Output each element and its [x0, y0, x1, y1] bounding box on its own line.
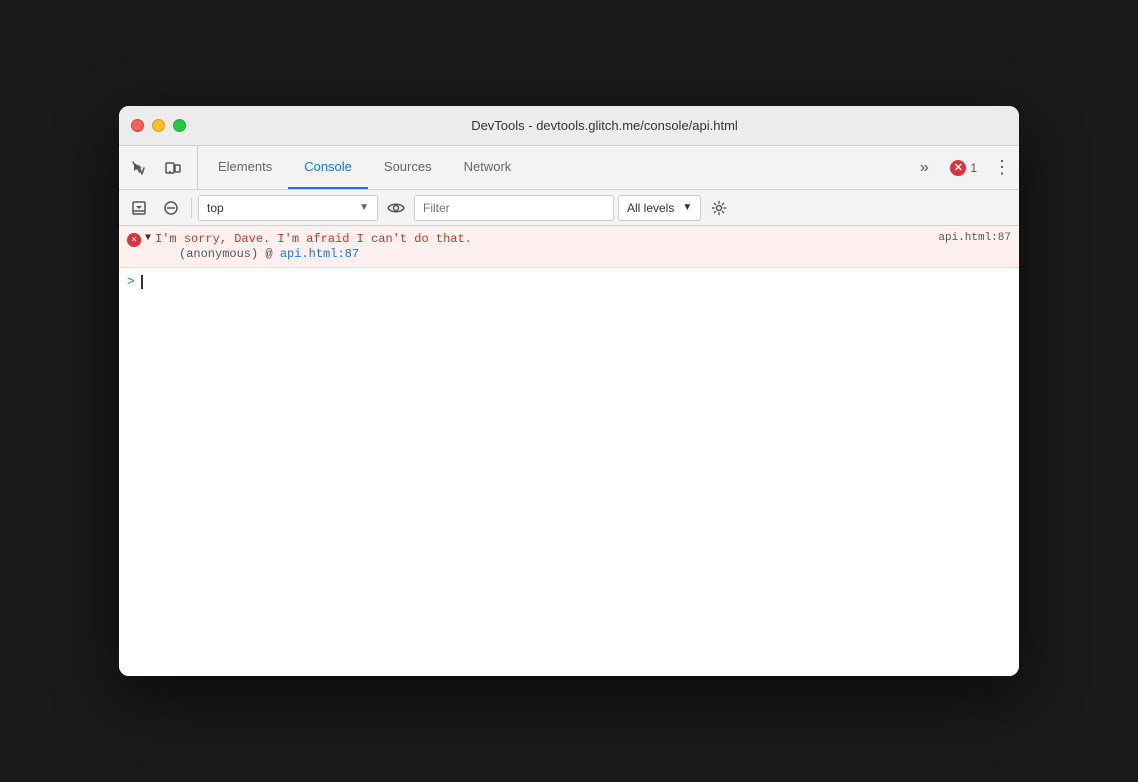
title-bar: DevTools - devtools.glitch.me/console/ap…	[119, 106, 1019, 146]
tab-console[interactable]: Console	[288, 146, 368, 189]
more-tabs-button[interactable]: »	[908, 152, 940, 184]
inspect-element-button[interactable]	[123, 152, 155, 184]
window-title: DevTools - devtools.glitch.me/console/ap…	[202, 118, 1007, 133]
levels-selector[interactable]: All levels ▼	[618, 195, 701, 221]
console-content: ✕ ▼ I'm sorry, Dave. I'm afraid I can't …	[119, 226, 1019, 676]
minimize-button[interactable]	[152, 119, 165, 132]
error-main-line: ✕ ▼ I'm sorry, Dave. I'm afraid I can't …	[127, 232, 1011, 247]
expand-error-button[interactable]: ▼	[145, 233, 151, 244]
stack-link[interactable]: api.html:87	[280, 247, 359, 261]
clear-console-button[interactable]	[157, 194, 185, 222]
levels-value: All levels	[627, 201, 674, 215]
maximize-button[interactable]	[173, 119, 186, 132]
close-button[interactable]	[131, 119, 144, 132]
console-cursor	[141, 275, 143, 289]
console-error-row: ✕ ▼ I'm sorry, Dave. I'm afraid I can't …	[119, 226, 1019, 268]
console-toolbar: top ▼ All levels ▼	[119, 190, 1019, 226]
console-prompt: >	[127, 274, 135, 289]
more-options-button[interactable]: ⋮	[987, 154, 1015, 182]
tab-bar-icons	[123, 146, 198, 189]
traffic-lights	[131, 119, 186, 132]
error-count: 1	[970, 161, 977, 175]
settings-button[interactable]	[705, 194, 733, 222]
context-value: top	[207, 201, 224, 215]
device-toolbar-button[interactable]	[157, 152, 189, 184]
watch-expressions-button[interactable]	[382, 194, 410, 222]
error-count-icon: ✕	[950, 160, 966, 176]
levels-arrow-icon: ▼	[682, 202, 692, 213]
tabs: Elements Console Sources Network	[202, 146, 908, 189]
error-stack-line: (anonymous) @ api.html:87	[127, 247, 1011, 261]
error-left: ✕ ▼ I'm sorry, Dave. I'm afraid I can't …	[127, 232, 472, 247]
devtools-window: DevTools - devtools.glitch.me/console/ap…	[119, 106, 1019, 676]
error-location[interactable]: api.html:87	[938, 232, 1011, 244]
context-arrow-icon: ▼	[359, 202, 369, 213]
tab-elements[interactable]: Elements	[202, 146, 288, 189]
error-message-text: I'm sorry, Dave. I'm afraid I can't do t…	[155, 232, 472, 246]
context-selector[interactable]: top ▼	[198, 195, 378, 221]
console-input-row: >	[119, 268, 1019, 295]
toolbar-divider	[191, 198, 192, 218]
show-drawer-button[interactable]	[125, 194, 153, 222]
tab-bar-right: » ✕ 1 ⋮	[908, 146, 1015, 189]
error-badge: ✕ 1	[944, 160, 983, 176]
tab-network[interactable]: Network	[448, 146, 528, 189]
tab-bar: Elements Console Sources Network » ✕ 1 ⋮	[119, 146, 1019, 190]
tab-sources[interactable]: Sources	[368, 146, 448, 189]
stack-prefix: (anonymous) @	[179, 247, 280, 261]
error-circle-icon: ✕	[127, 233, 141, 247]
filter-input[interactable]	[414, 195, 614, 221]
